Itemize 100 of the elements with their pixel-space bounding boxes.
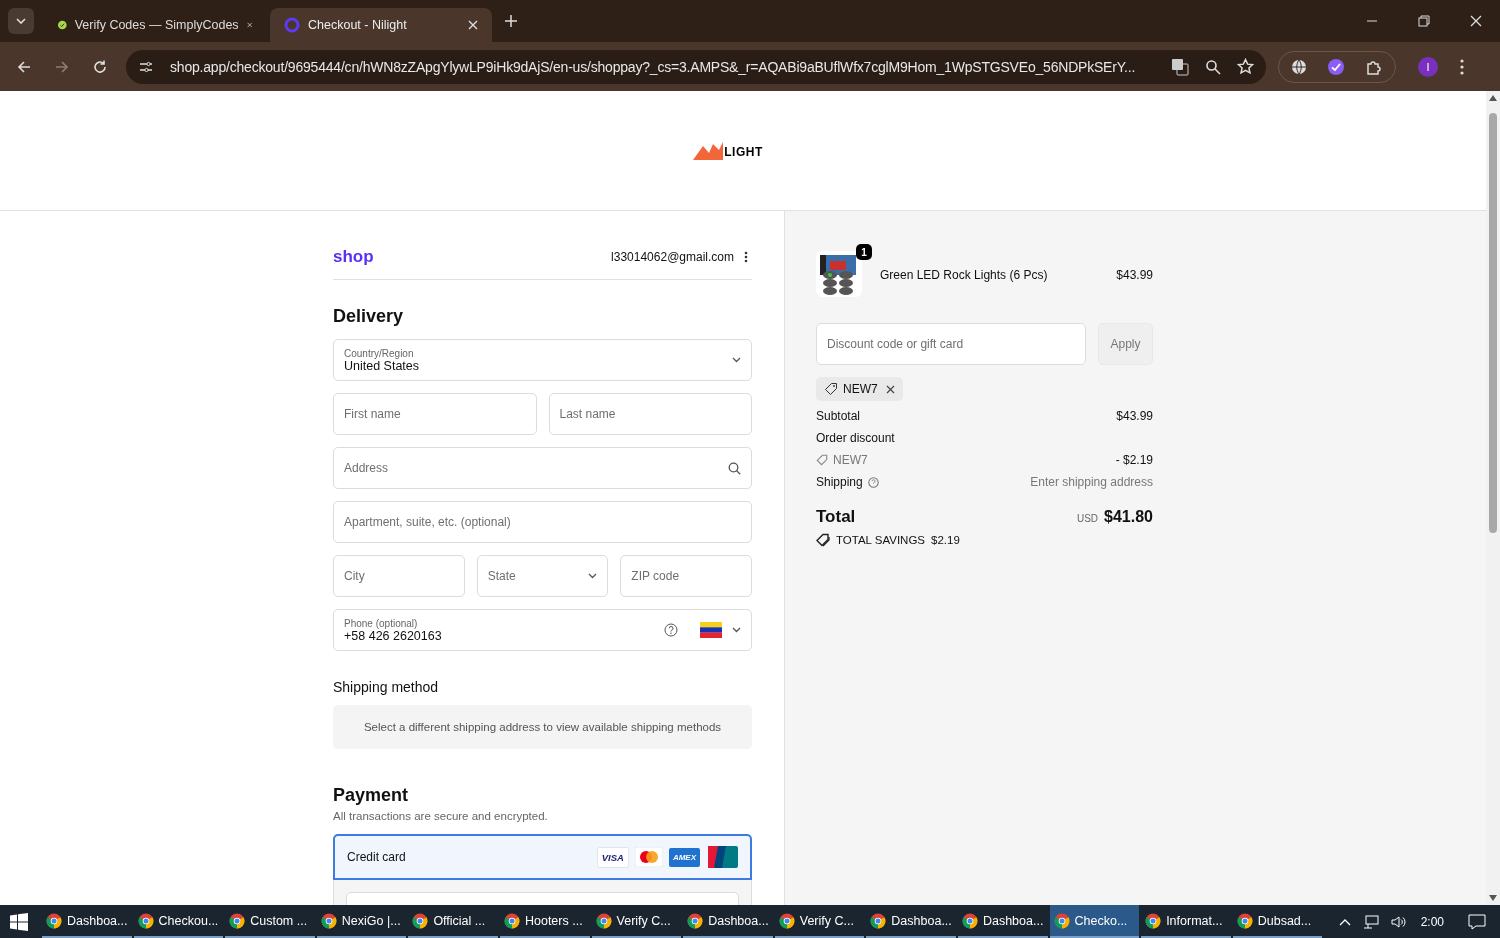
zoom-icon[interactable] bbox=[1205, 58, 1221, 75]
taskbar-app-button[interactable]: Verify C... bbox=[591, 905, 682, 938]
taskbar-app-button[interactable]: Dashboa... bbox=[866, 905, 956, 938]
taskbar-app-button[interactable]: Dashboa... bbox=[42, 905, 132, 938]
flag-icon[interactable] bbox=[700, 622, 722, 638]
close-icon[interactable] bbox=[885, 384, 895, 394]
taskbar-app-button[interactable]: Verify C... bbox=[774, 905, 865, 938]
tags-icon bbox=[816, 533, 830, 547]
browser-icon bbox=[1236, 912, 1253, 929]
more-icon[interactable] bbox=[744, 251, 748, 263]
taskbar-app-button[interactable]: Informat... bbox=[1141, 905, 1231, 938]
browser-icon bbox=[1053, 912, 1070, 929]
browser-icon bbox=[961, 912, 978, 929]
state-select[interactable]: State bbox=[476, 555, 609, 597]
close-icon[interactable] bbox=[246, 20, 252, 30]
chevron-down-icon bbox=[732, 627, 741, 633]
tag-icon bbox=[824, 382, 838, 396]
tab-title: Verify Codes — SimplyCodes bbox=[74, 18, 239, 32]
speaker-icon[interactable] bbox=[1390, 914, 1407, 929]
subtotal-value: $43.99 bbox=[1116, 409, 1153, 423]
discount-value: - $2.19 bbox=[1115, 453, 1153, 467]
globe-icon[interactable] bbox=[1291, 58, 1307, 75]
last-name-field[interactable]: Last name bbox=[548, 393, 752, 435]
first-name-field[interactable]: First name bbox=[333, 393, 537, 435]
city-field[interactable]: City bbox=[333, 555, 465, 597]
taskbar-app-button[interactable]: Dashboa... bbox=[683, 905, 773, 938]
payment-subtitle: All transactions are secure and encrypted. bbox=[333, 810, 549, 822]
browser-icon bbox=[320, 912, 337, 929]
browser-icon bbox=[595, 912, 612, 929]
reload-icon[interactable] bbox=[92, 58, 108, 75]
browser-icon bbox=[503, 912, 520, 929]
product-price: $43.99 bbox=[1116, 268, 1153, 282]
scrollbar[interactable] bbox=[1486, 91, 1500, 905]
star-icon[interactable] bbox=[1237, 58, 1254, 75]
taskbar-app-button[interactable]: Dubsad... bbox=[1232, 905, 1323, 938]
account-email: l33014062@gmail.com bbox=[611, 250, 734, 264]
browser-icon bbox=[229, 912, 246, 929]
tab-title: Checkout - Nilight bbox=[308, 18, 408, 32]
ring-logo-icon bbox=[284, 17, 300, 33]
profile-avatar[interactable]: I bbox=[1418, 56, 1438, 77]
chevron-down-icon bbox=[588, 573, 598, 579]
amex-logo: AMEX bbox=[668, 847, 700, 867]
clock[interactable]: 2:00 bbox=[1420, 914, 1444, 929]
currency-code: USD bbox=[1076, 513, 1099, 524]
apartment-field[interactable]: Apartment, suite, etc. (optional) bbox=[333, 501, 752, 543]
browser-icon bbox=[870, 912, 887, 929]
tag-icon bbox=[816, 454, 828, 466]
browser-tab[interactable]: Checkout - Nilight bbox=[270, 8, 492, 42]
extension-badge-icon[interactable] bbox=[1327, 57, 1345, 76]
restore-icon[interactable] bbox=[1418, 15, 1430, 27]
browser-icon bbox=[46, 912, 62, 929]
taskbar-app-button[interactable]: Checkou... bbox=[133, 905, 224, 938]
taskbar-app-button[interactable]: Checko... bbox=[1049, 905, 1140, 938]
scroll-down-icon[interactable] bbox=[1489, 895, 1497, 901]
new-tab-icon[interactable] bbox=[504, 14, 518, 28]
discount-code-field[interactable]: Discount code or gift card bbox=[816, 323, 1086, 365]
total-label: Total bbox=[816, 507, 856, 527]
windows-start-icon[interactable] bbox=[10, 912, 28, 931]
notification-icon[interactable] bbox=[1468, 913, 1486, 930]
taskbar-app-button[interactable]: Hooters ... bbox=[499, 905, 590, 938]
shipping-notice: Select a different shipping address to view available shipping methods bbox=[333, 705, 752, 749]
country-select[interactable]: Country/Region United States bbox=[333, 339, 752, 381]
scroll-up-icon[interactable] bbox=[1489, 95, 1497, 101]
logo-text: LIGHT bbox=[724, 144, 763, 159]
quantity-badge: 1 bbox=[856, 244, 872, 260]
browser-icon bbox=[778, 912, 795, 929]
payment-method-option[interactable]: Credit card VISA AMEX bbox=[333, 834, 752, 880]
taskbar-app-button[interactable]: Official ... bbox=[408, 905, 498, 938]
more-icon[interactable] bbox=[1460, 58, 1464, 75]
address-field[interactable]: Address bbox=[333, 447, 752, 489]
forward-icon[interactable] bbox=[54, 58, 70, 75]
help-icon[interactable] bbox=[664, 623, 678, 637]
section-heading: Shipping method bbox=[333, 679, 440, 695]
chevron-down-icon bbox=[16, 18, 26, 24]
tab-search-button[interactable] bbox=[8, 8, 34, 34]
taskbar-app-button[interactable]: Custom ... bbox=[225, 905, 315, 938]
browser-tab[interactable]: Verify Codes — SimplyCodes bbox=[44, 8, 266, 42]
unionpay-icon bbox=[706, 846, 738, 868]
savings-value: $2.19 bbox=[931, 534, 960, 546]
shipping-label: Shipping bbox=[816, 475, 863, 489]
address-bar[interactable]: shop.app/checkout/9695444/cn/hWN8zZApgYlywLP9iHk9dAjS/en-us/shoppay?_cs=3.AMPS&_r=AQABi9aBUflWfx7cglM9Hom_1WpSTGSVEo_56NDPkSErY... bbox=[126, 49, 1266, 84]
store-logo[interactable]: LIGHT bbox=[693, 141, 763, 160]
savings-label: TOTAL SAVINGS bbox=[836, 534, 926, 546]
visa-logo: VISA bbox=[596, 846, 629, 868]
help-icon[interactable] bbox=[867, 476, 879, 488]
taskbar-app-button[interactable]: Dashboa... bbox=[957, 905, 1048, 938]
network-icon[interactable] bbox=[1362, 914, 1379, 929]
translate-icon[interactable] bbox=[1171, 57, 1189, 76]
search-icon bbox=[728, 461, 741, 475]
section-heading: Delivery bbox=[333, 306, 405, 327]
back-icon[interactable] bbox=[16, 58, 32, 75]
taskbar-app-button[interactable]: NexiGo |... bbox=[316, 905, 407, 938]
discount-code: NEW7 bbox=[843, 382, 878, 396]
zip-code-field[interactable]: ZIP code bbox=[620, 555, 752, 597]
mastercard-icon bbox=[634, 847, 663, 867]
chevron-down-icon bbox=[732, 357, 741, 363]
order-discount-label: Order discount bbox=[816, 431, 895, 445]
phone-field[interactable]: Phone (optional) +58 426 2620163 bbox=[333, 609, 752, 651]
chevron-up-icon[interactable] bbox=[1338, 917, 1351, 926]
apply-button[interactable]: Apply bbox=[1098, 323, 1153, 365]
